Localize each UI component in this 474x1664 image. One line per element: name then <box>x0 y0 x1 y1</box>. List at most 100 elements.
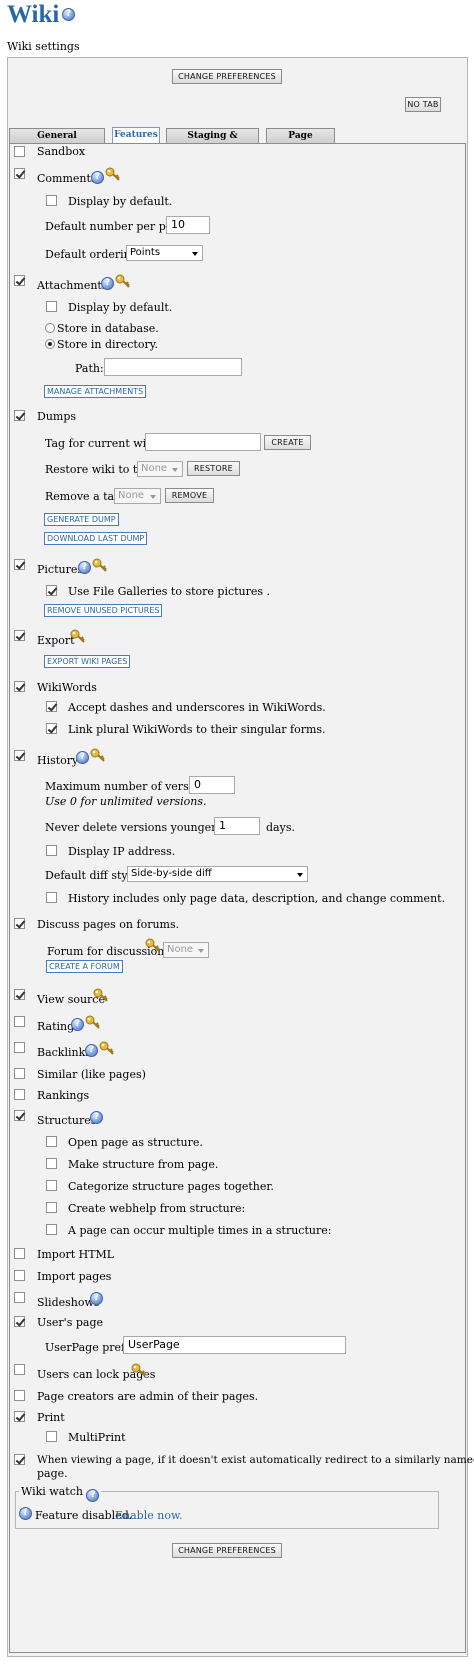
similar-checkbox[interactable] <box>14 1068 25 1079</box>
view-source-checkbox[interactable] <box>14 989 25 1000</box>
history-only-checkbox[interactable] <box>46 892 57 903</box>
enable-now-link[interactable]: Enable now. <box>115 1509 183 1522</box>
comments-checkbox[interactable] <box>14 168 25 179</box>
max-versions-note: Use 0 for unlimited versions. <box>45 795 207 808</box>
display-ip-checkbox[interactable] <box>46 845 57 856</box>
tab-general-preferences[interactable]: General Preferences <box>9 128 105 155</box>
create-button[interactable]: CREATE <box>264 435 311 450</box>
never-delete-input[interactable]: 1 <box>214 817 260 835</box>
restore-tag-select[interactable]: None <box>137 461 183 477</box>
rankings-checkbox[interactable] <box>14 1089 25 1100</box>
file-galleries-checkbox[interactable] <box>46 585 57 596</box>
open-structure-checkbox[interactable] <box>46 1136 57 1147</box>
multiprint-checkbox[interactable] <box>46 1431 57 1442</box>
userpage-prefix-input[interactable]: UserPage <box>123 1336 346 1354</box>
users-page-checkbox[interactable] <box>14 1316 25 1327</box>
comments-ordering-select[interactable]: Points <box>126 245 203 261</box>
key-icon[interactable] <box>92 558 108 572</box>
key-icon[interactable] <box>145 938 161 952</box>
key-icon[interactable] <box>105 167 121 181</box>
tab-page-listings[interactable]: Page Listings <box>266 128 335 155</box>
pictures-checkbox[interactable] <box>14 559 25 570</box>
redirect-checkbox[interactable] <box>14 1454 25 1465</box>
key-icon[interactable] <box>85 1015 101 1029</box>
key-icon[interactable] <box>99 1041 115 1055</box>
key-icon[interactable] <box>131 1363 147 1377</box>
key-icon[interactable] <box>93 988 109 1002</box>
sandbox-checkbox[interactable] <box>14 146 25 157</box>
max-versions-input[interactable]: 0 <box>189 776 235 794</box>
comments-per-page-input[interactable]: 10 <box>166 216 210 234</box>
import-pages-label: Import pages <box>37 1270 112 1283</box>
help-icon[interactable]: ? <box>62 8 75 21</box>
history-label: History <box>37 754 79 767</box>
print-checkbox[interactable] <box>14 1411 25 1422</box>
make-structure-checkbox[interactable] <box>46 1158 57 1169</box>
remove-tag-select[interactable]: None <box>114 488 161 504</box>
attachments-display-label: Display by default. <box>68 301 173 314</box>
rating-label: Rating <box>37 1020 75 1033</box>
attachments-checkbox[interactable] <box>14 275 25 286</box>
help-icon[interactable]: ? <box>76 751 89 764</box>
tag-current-label: Tag for current wiki: <box>45 437 161 450</box>
webhelp-checkbox[interactable] <box>46 1202 57 1213</box>
redirect-label-cont: page. <box>37 1467 68 1480</box>
store-directory-label: Store in directory. <box>57 338 158 351</box>
create-forum-button[interactable]: CREATE A FORUM <box>46 960 123 973</box>
tab-features[interactable]: Features <box>112 127 160 144</box>
import-html-checkbox[interactable] <box>14 1248 25 1259</box>
help-icon[interactable]: ? <box>90 1292 103 1305</box>
comments-display-checkbox[interactable] <box>46 195 57 206</box>
help-icon[interactable]: ? <box>71 1018 84 1031</box>
print-label: Print <box>37 1411 65 1424</box>
key-icon[interactable] <box>90 748 106 762</box>
help-icon[interactable]: ? <box>86 1489 100 1502</box>
import-pages-checkbox[interactable] <box>14 1270 25 1281</box>
path-input[interactable] <box>104 358 242 376</box>
help-icon[interactable]: ? <box>101 277 114 290</box>
help-icon[interactable]: ? <box>90 1111 103 1124</box>
diff-style-select[interactable]: Side-by-side diff <box>127 866 308 882</box>
accept-dashes-checkbox[interactable] <box>46 701 57 712</box>
history-checkbox[interactable] <box>14 750 25 761</box>
similar-label: Similar (like pages) <box>37 1068 146 1081</box>
open-structure-label: Open page as structure. <box>68 1136 203 1149</box>
key-icon[interactable] <box>115 274 131 288</box>
multiple-times-checkbox[interactable] <box>46 1224 57 1235</box>
dumps-checkbox[interactable] <box>14 410 25 421</box>
link-plural-checkbox[interactable] <box>46 723 57 734</box>
help-icon[interactable]: ? <box>91 171 104 184</box>
rating-checkbox[interactable] <box>14 1016 25 1027</box>
no-tab-button[interactable]: NO TAB <box>405 97 441 112</box>
change-preferences-button[interactable]: CHANGE PREFERENCES <box>172 69 282 84</box>
users-lock-checkbox[interactable] <box>14 1364 25 1375</box>
discuss-checkbox[interactable] <box>14 918 25 929</box>
export-checkbox[interactable] <box>14 630 25 641</box>
pictures-label: Pictures <box>37 563 83 576</box>
make-structure-label: Make structure from page. <box>68 1158 219 1171</box>
page-title: Wiki <box>7 1 60 28</box>
categorize-checkbox[interactable] <box>46 1180 57 1191</box>
tag-current-input[interactable] <box>145 433 261 451</box>
tab-staging-approval[interactable]: Staging & Approval <box>166 128 259 155</box>
download-dump-button[interactable]: DOWNLOAD LAST DUMP <box>44 532 148 545</box>
backlinks-checkbox[interactable] <box>14 1042 25 1053</box>
manage-attachments-button[interactable]: MANAGE ATTACHMENTS <box>44 385 147 398</box>
attachments-display-checkbox[interactable] <box>46 301 57 312</box>
restore-button[interactable]: RESTORE <box>187 461 240 476</box>
wikiwords-checkbox[interactable] <box>14 681 25 692</box>
store-directory-radio[interactable] <box>45 339 55 349</box>
export-wiki-pages-button[interactable]: EXPORT WIKI PAGES <box>44 655 131 668</box>
help-icon[interactable]: ? <box>78 561 91 574</box>
remove-button[interactable]: REMOVE <box>165 488 214 503</box>
creators-admin-checkbox[interactable] <box>14 1390 25 1401</box>
structures-checkbox[interactable] <box>14 1110 25 1121</box>
remove-unused-pictures-button[interactable]: REMOVE UNUSED PICTURES <box>44 604 163 617</box>
help-icon[interactable]: ? <box>85 1044 98 1057</box>
store-database-radio[interactable] <box>45 323 55 333</box>
forum-select[interactable]: None <box>163 942 209 958</box>
key-icon[interactable] <box>70 629 86 643</box>
slideshows-checkbox[interactable] <box>14 1292 25 1303</box>
change-preferences-button-bottom[interactable]: CHANGE PREFERENCES <box>172 1543 282 1558</box>
generate-dump-button[interactable]: GENERATE DUMP <box>44 513 119 526</box>
